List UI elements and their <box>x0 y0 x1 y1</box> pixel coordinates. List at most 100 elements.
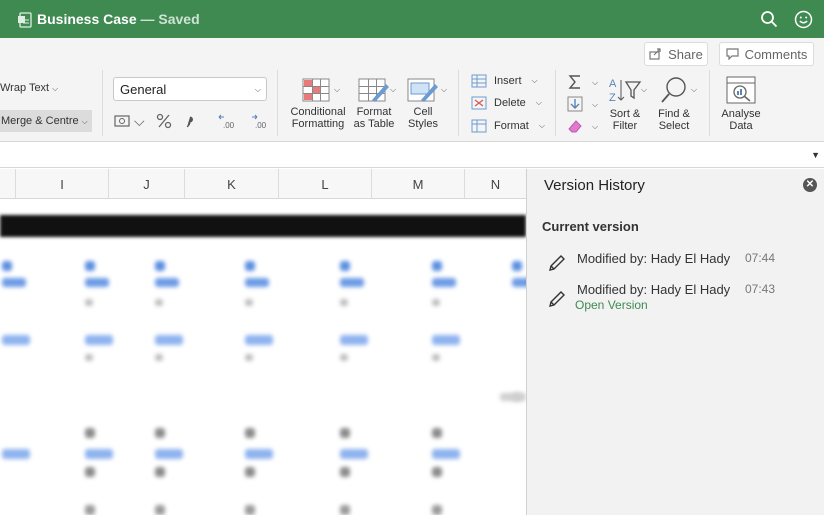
insert-button[interactable]: Insert ⌵ <box>471 74 538 88</box>
column-header-partial[interactable] <box>0 169 16 199</box>
currency-icon[interactable] <box>114 113 132 129</box>
autosum-icon[interactable] <box>568 74 582 90</box>
blurred-cell <box>245 505 255 515</box>
decrease-decimal-icon[interactable]: .00 <box>217 112 239 130</box>
number-format-value: General <box>120 82 167 97</box>
version-history-title: Version History <box>544 177 645 194</box>
sort-filter-icon: A Z <box>609 78 642 104</box>
comments-button[interactable]: Comments <box>719 42 814 66</box>
chevron-down-icon[interactable]: ⌵ <box>134 113 145 130</box>
blurred-cell <box>500 393 522 401</box>
ribbon-divider <box>555 70 556 136</box>
column-headers: I J K L M N <box>0 169 526 199</box>
version-entry[interactable]: Modified by: Hady El Hady 07:43 Open Ver… <box>547 282 817 316</box>
analyse-data-line2: Data <box>729 120 753 132</box>
ribbon: Share Comments Wrap Text ⌵ Merge & Centre… <box>0 38 824 142</box>
blurred-cell <box>245 428 255 438</box>
blurred-cell <box>432 335 460 345</box>
column-header[interactable]: J <box>109 169 185 199</box>
blurred-cell <box>155 299 163 306</box>
ribbon-divider <box>102 70 103 136</box>
number-format-select[interactable]: General ⌵ <box>113 77 267 101</box>
blurred-cell <box>85 261 95 271</box>
chevron-down-icon: ⌵ <box>52 84 59 93</box>
column-header[interactable]: N <box>465 169 526 199</box>
find-select-button[interactable]: Find & Select <box>653 76 695 132</box>
chevron-down-icon[interactable]: ⌵ <box>441 85 447 95</box>
wrap-text-label: Wrap Text <box>0 82 50 94</box>
comment-icon <box>725 48 739 60</box>
conditional-formatting-line2: Formatting <box>291 118 345 130</box>
blurred-cell <box>245 467 255 477</box>
column-header[interactable]: M <box>372 169 465 199</box>
clear-icon[interactable] <box>567 119 583 133</box>
ribbon-divider <box>458 70 459 136</box>
pencil-icon <box>549 291 565 307</box>
blurred-cell <box>432 278 456 287</box>
chevron-down-icon[interactable]: ⌵ <box>691 85 697 95</box>
smiley-icon[interactable] <box>794 10 813 29</box>
chevron-down-icon[interactable]: ⌵ <box>390 85 396 95</box>
blurred-cell <box>85 449 113 459</box>
wrap-text-button[interactable]: Wrap Text ⌵ <box>0 82 58 94</box>
open-version-link[interactable]: Open Version <box>575 298 648 312</box>
blurred-cell <box>245 299 253 306</box>
insert-cells-icon <box>471 74 487 88</box>
analyse-data-button[interactable]: Analyse Data <box>718 76 764 132</box>
pencil-icon <box>549 255 565 271</box>
blurred-cell <box>340 335 368 345</box>
blurred-cell <box>155 335 183 345</box>
blurred-cell <box>155 354 163 361</box>
blurred-cell <box>432 505 442 515</box>
blurred-cell <box>340 261 350 271</box>
share-label: Share <box>668 46 703 62</box>
chevron-down-icon: ⌵ <box>531 76 538 85</box>
column-header[interactable]: K <box>185 169 279 199</box>
close-icon[interactable]: ✕ <box>803 178 817 192</box>
comma-icon[interactable] <box>181 112 199 130</box>
chevron-down-icon[interactable]: ⌵ <box>334 85 340 95</box>
merge-centre-label: Merge & Centre <box>1 115 79 127</box>
chevron-down-icon[interactable]: ⌵ <box>641 85 647 95</box>
doc-title-text: Business Case <box>37 11 137 27</box>
share-icon <box>649 48 661 60</box>
chevron-down-icon: ⌵ <box>538 121 545 130</box>
format-as-table-line1: Format <box>356 106 392 118</box>
expand-formula-bar-icon[interactable]: ▼ <box>811 150 820 160</box>
formula-bar[interactable]: ▼ <box>0 142 824 168</box>
fill-icon[interactable] <box>567 96 583 112</box>
column-header[interactable]: L <box>279 169 372 199</box>
format-as-table-icon <box>358 78 389 102</box>
spreadsheet-grid[interactable]: I J K L M N <box>0 169 526 515</box>
chevron-down-icon[interactable]: ⌵ <box>592 122 598 132</box>
column-header[interactable]: I <box>16 169 109 199</box>
svg-text:Z: Z <box>609 92 616 104</box>
version-author: Modified by: Hady El Hady <box>577 251 731 266</box>
version-history-panel: Version History ✕ Current version Modifi… <box>526 169 824 515</box>
version-entry[interactable]: Modified by: Hady El Hady 07:44 <box>547 251 817 273</box>
sort-filter-line1: Sort & <box>609 108 641 120</box>
cell-styles-button[interactable]: Cell Styles <box>401 78 445 130</box>
blurred-cell <box>85 505 95 515</box>
blurred-cell <box>512 278 526 287</box>
share-button[interactable]: Share <box>644 42 708 66</box>
blurred-cell <box>245 449 273 459</box>
delete-button[interactable]: Delete ⌵ <box>471 96 542 110</box>
blurred-header-row <box>0 215 526 237</box>
delete-cells-icon <box>471 96 487 110</box>
chevron-down-icon[interactable]: ⌵ <box>592 78 598 88</box>
document-icon <box>18 12 32 28</box>
format-button[interactable]: Format ⌵ <box>471 119 545 133</box>
blurred-cell <box>432 449 460 459</box>
increase-decimal-icon[interactable]: .00 <box>249 112 271 130</box>
blurred-cell <box>340 299 348 306</box>
document-title[interactable]: Business Case — Saved <box>37 11 200 27</box>
merge-centre-button[interactable]: Merge & Centre ⌵ <box>0 110 92 132</box>
chevron-down-icon[interactable]: ⌵ <box>592 100 598 110</box>
conditional-formatting-icon <box>302 78 330 102</box>
percent-icon[interactable] <box>155 112 173 130</box>
blurred-cell <box>85 335 113 345</box>
insert-label: Insert <box>494 75 522 87</box>
title-bar: Business Case — Saved <box>0 0 824 38</box>
search-icon[interactable] <box>760 10 778 28</box>
